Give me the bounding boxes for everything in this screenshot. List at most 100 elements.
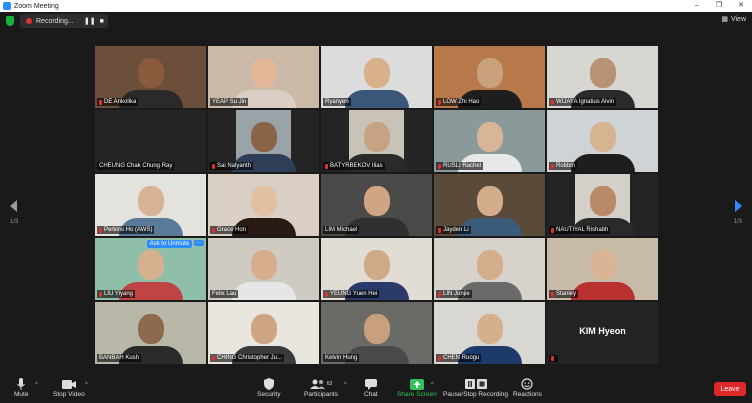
- participant-face: [137, 250, 164, 280]
- participant-name: WIJAYA Ignatius Alvin: [556, 99, 615, 105]
- muted-mic-icon: [438, 227, 441, 233]
- video-options-chevron-icon[interactable]: ^: [85, 382, 88, 388]
- close-button[interactable]: ✕: [730, 0, 752, 12]
- participant-face: [363, 58, 390, 88]
- reactions-button[interactable]: Reactions: [513, 377, 542, 398]
- window-titlebar: Zoom Meeting – ❐ ✕: [0, 0, 752, 12]
- participant-name: Robbin: [556, 163, 576, 169]
- participants-label: Participants: [304, 391, 338, 398]
- muted-mic-icon: [551, 356, 554, 361]
- participant-name: YEUNG Yuen Hei: [330, 291, 378, 297]
- participant-name: LOW Zhi Hao: [443, 99, 480, 105]
- participant-name-label: [549, 355, 558, 362]
- participant-tile[interactable]: Jayden Li: [434, 174, 545, 236]
- participant-name-label: LIM Michael: [323, 226, 360, 234]
- participant-face: [476, 122, 503, 152]
- mute-options-chevron-icon[interactable]: ^: [35, 382, 38, 388]
- participant-tile[interactable]: CHEUNG Chak Chung Ray: [95, 110, 206, 172]
- recording-dot-icon: [26, 18, 32, 24]
- minimize-button[interactable]: –: [686, 0, 708, 12]
- participant-tile[interactable]: LIN Junjie: [434, 238, 545, 300]
- participant-tile[interactable]: Sai Nalyanth: [208, 110, 319, 172]
- participant-tile[interactable]: WIJAYA Ignatius Alvin: [547, 46, 658, 108]
- muted-mic-icon: [212, 227, 215, 233]
- participant-tile[interactable]: BANBAH Kush: [95, 302, 206, 364]
- participant-tile[interactable]: LOW Zhi Hao: [434, 46, 545, 108]
- ask-to-unmute-button[interactable]: Ask to Unmute: [146, 240, 192, 248]
- participant-name-label: LOW Zhi Hao: [436, 98, 482, 106]
- participant-name-label: DE Ankolika: [97, 98, 139, 106]
- participant-tile[interactable]: Perkins Ho (AWS): [95, 174, 206, 236]
- participant-tile[interactable]: DE Ankolika: [95, 46, 206, 108]
- muted-mic-icon: [325, 163, 328, 169]
- muted-mic-icon: [438, 163, 441, 169]
- participant-body: [570, 154, 635, 172]
- participant-tile[interactable]: Robbin: [547, 110, 658, 172]
- participant-face: [250, 250, 277, 280]
- mute-button[interactable]: Mute: [14, 377, 28, 398]
- muted-mic-icon: [212, 355, 215, 361]
- participant-name: NAUTIYAL Rishabh: [556, 227, 609, 233]
- share-options-chevron-icon[interactable]: ^: [431, 382, 434, 388]
- participant-tile[interactable]: RUSLI Rachel: [434, 110, 545, 172]
- participants-options-chevron-icon[interactable]: ^: [344, 382, 347, 388]
- stop-video-button[interactable]: Stop Video: [53, 377, 85, 398]
- participant-face: [589, 186, 616, 216]
- window-controls: – ❐ ✕: [686, 0, 752, 12]
- mute-label: Mute: [14, 391, 29, 398]
- next-page-arrow-icon[interactable]: [735, 200, 742, 212]
- chat-button[interactable]: Chat: [364, 377, 378, 398]
- participant-name: CHING Christopher Ju...: [217, 355, 283, 361]
- participant-name-label: YEUNG Yuen Hei: [323, 290, 380, 298]
- participant-tile[interactable]: NAUTIYAL Rishabh: [547, 174, 658, 236]
- participant-tile[interactable]: CHEN Ruogu: [434, 302, 545, 364]
- share-screen-label: Share Screen: [397, 391, 437, 398]
- participant-tile[interactable]: Stanley: [547, 238, 658, 300]
- participant-name: Felix Lau: [212, 291, 237, 297]
- more-options-button[interactable]: ···: [194, 240, 204, 246]
- participant-name-label: CHING Christopher Ju...: [210, 354, 285, 362]
- chat-bubble-icon: [364, 377, 377, 391]
- pause-stop-recording-label: Pause/Stop Recording: [443, 391, 509, 398]
- participant-tile[interactable]: Grace Hon: [208, 174, 319, 236]
- participant-face: [363, 314, 390, 344]
- participant-name-label: Robbin: [549, 162, 578, 170]
- participant-face: [137, 58, 164, 88]
- participant-tile[interactable]: CHING Christopher Ju...: [208, 302, 319, 364]
- participant-name: DE Ankolika: [104, 99, 137, 105]
- participant-face: [250, 314, 277, 344]
- restore-button[interactable]: ❐: [708, 0, 730, 12]
- participant-tile[interactable]: YEUNG Yuen Hei: [321, 238, 432, 300]
- participant-name-label: Kelvin Hung: [323, 354, 360, 362]
- participant-tile[interactable]: Kelvin Hung: [321, 302, 432, 364]
- participant-face: [137, 314, 164, 344]
- participant-tile[interactable]: Ryanyen: [321, 46, 432, 108]
- participant-tile[interactable]: BATYRBEKOV Ilias: [321, 110, 432, 172]
- participant-face: [250, 58, 277, 88]
- participant-tile[interactable]: LIU Yiyang Ask to Unmute ···: [95, 238, 206, 300]
- participant-name: Grace Hon: [217, 227, 247, 233]
- pause-stop-recording-button[interactable]: Pause/Stop Recording: [443, 377, 508, 398]
- view-label: View: [730, 15, 746, 23]
- previous-page-arrow-icon[interactable]: [10, 200, 17, 212]
- participant-face: [250, 122, 277, 152]
- security-button[interactable]: Security: [257, 377, 280, 398]
- view-button[interactable]: ▦ View: [721, 15, 746, 24]
- leave-button[interactable]: Leave: [714, 382, 746, 396]
- muted-mic-icon: [551, 291, 554, 297]
- participant-tile[interactable]: YEAP Su Jin: [208, 46, 319, 108]
- share-screen-icon: [409, 377, 424, 391]
- pause-recording-button[interactable]: ❚❚: [84, 17, 96, 25]
- participant-tile[interactable]: LIM Michael: [321, 174, 432, 236]
- participant-name: Perkins Ho (AWS): [104, 227, 153, 233]
- participant-name-label: RUSLI Rachel: [436, 162, 484, 170]
- participants-button[interactable]: 63 Participants: [304, 377, 338, 398]
- participant-tile[interactable]: Felix Lau: [208, 238, 319, 300]
- participant-tile[interactable]: KIM Hyeon: [547, 302, 658, 364]
- participant-face: [137, 186, 164, 216]
- recording-label: Recording...: [36, 17, 74, 25]
- participant-name: Stanley: [556, 291, 577, 297]
- shield-icon[interactable]: [6, 16, 14, 26]
- stop-recording-button[interactable]: ■: [96, 18, 108, 25]
- shield-security-icon: [263, 377, 274, 391]
